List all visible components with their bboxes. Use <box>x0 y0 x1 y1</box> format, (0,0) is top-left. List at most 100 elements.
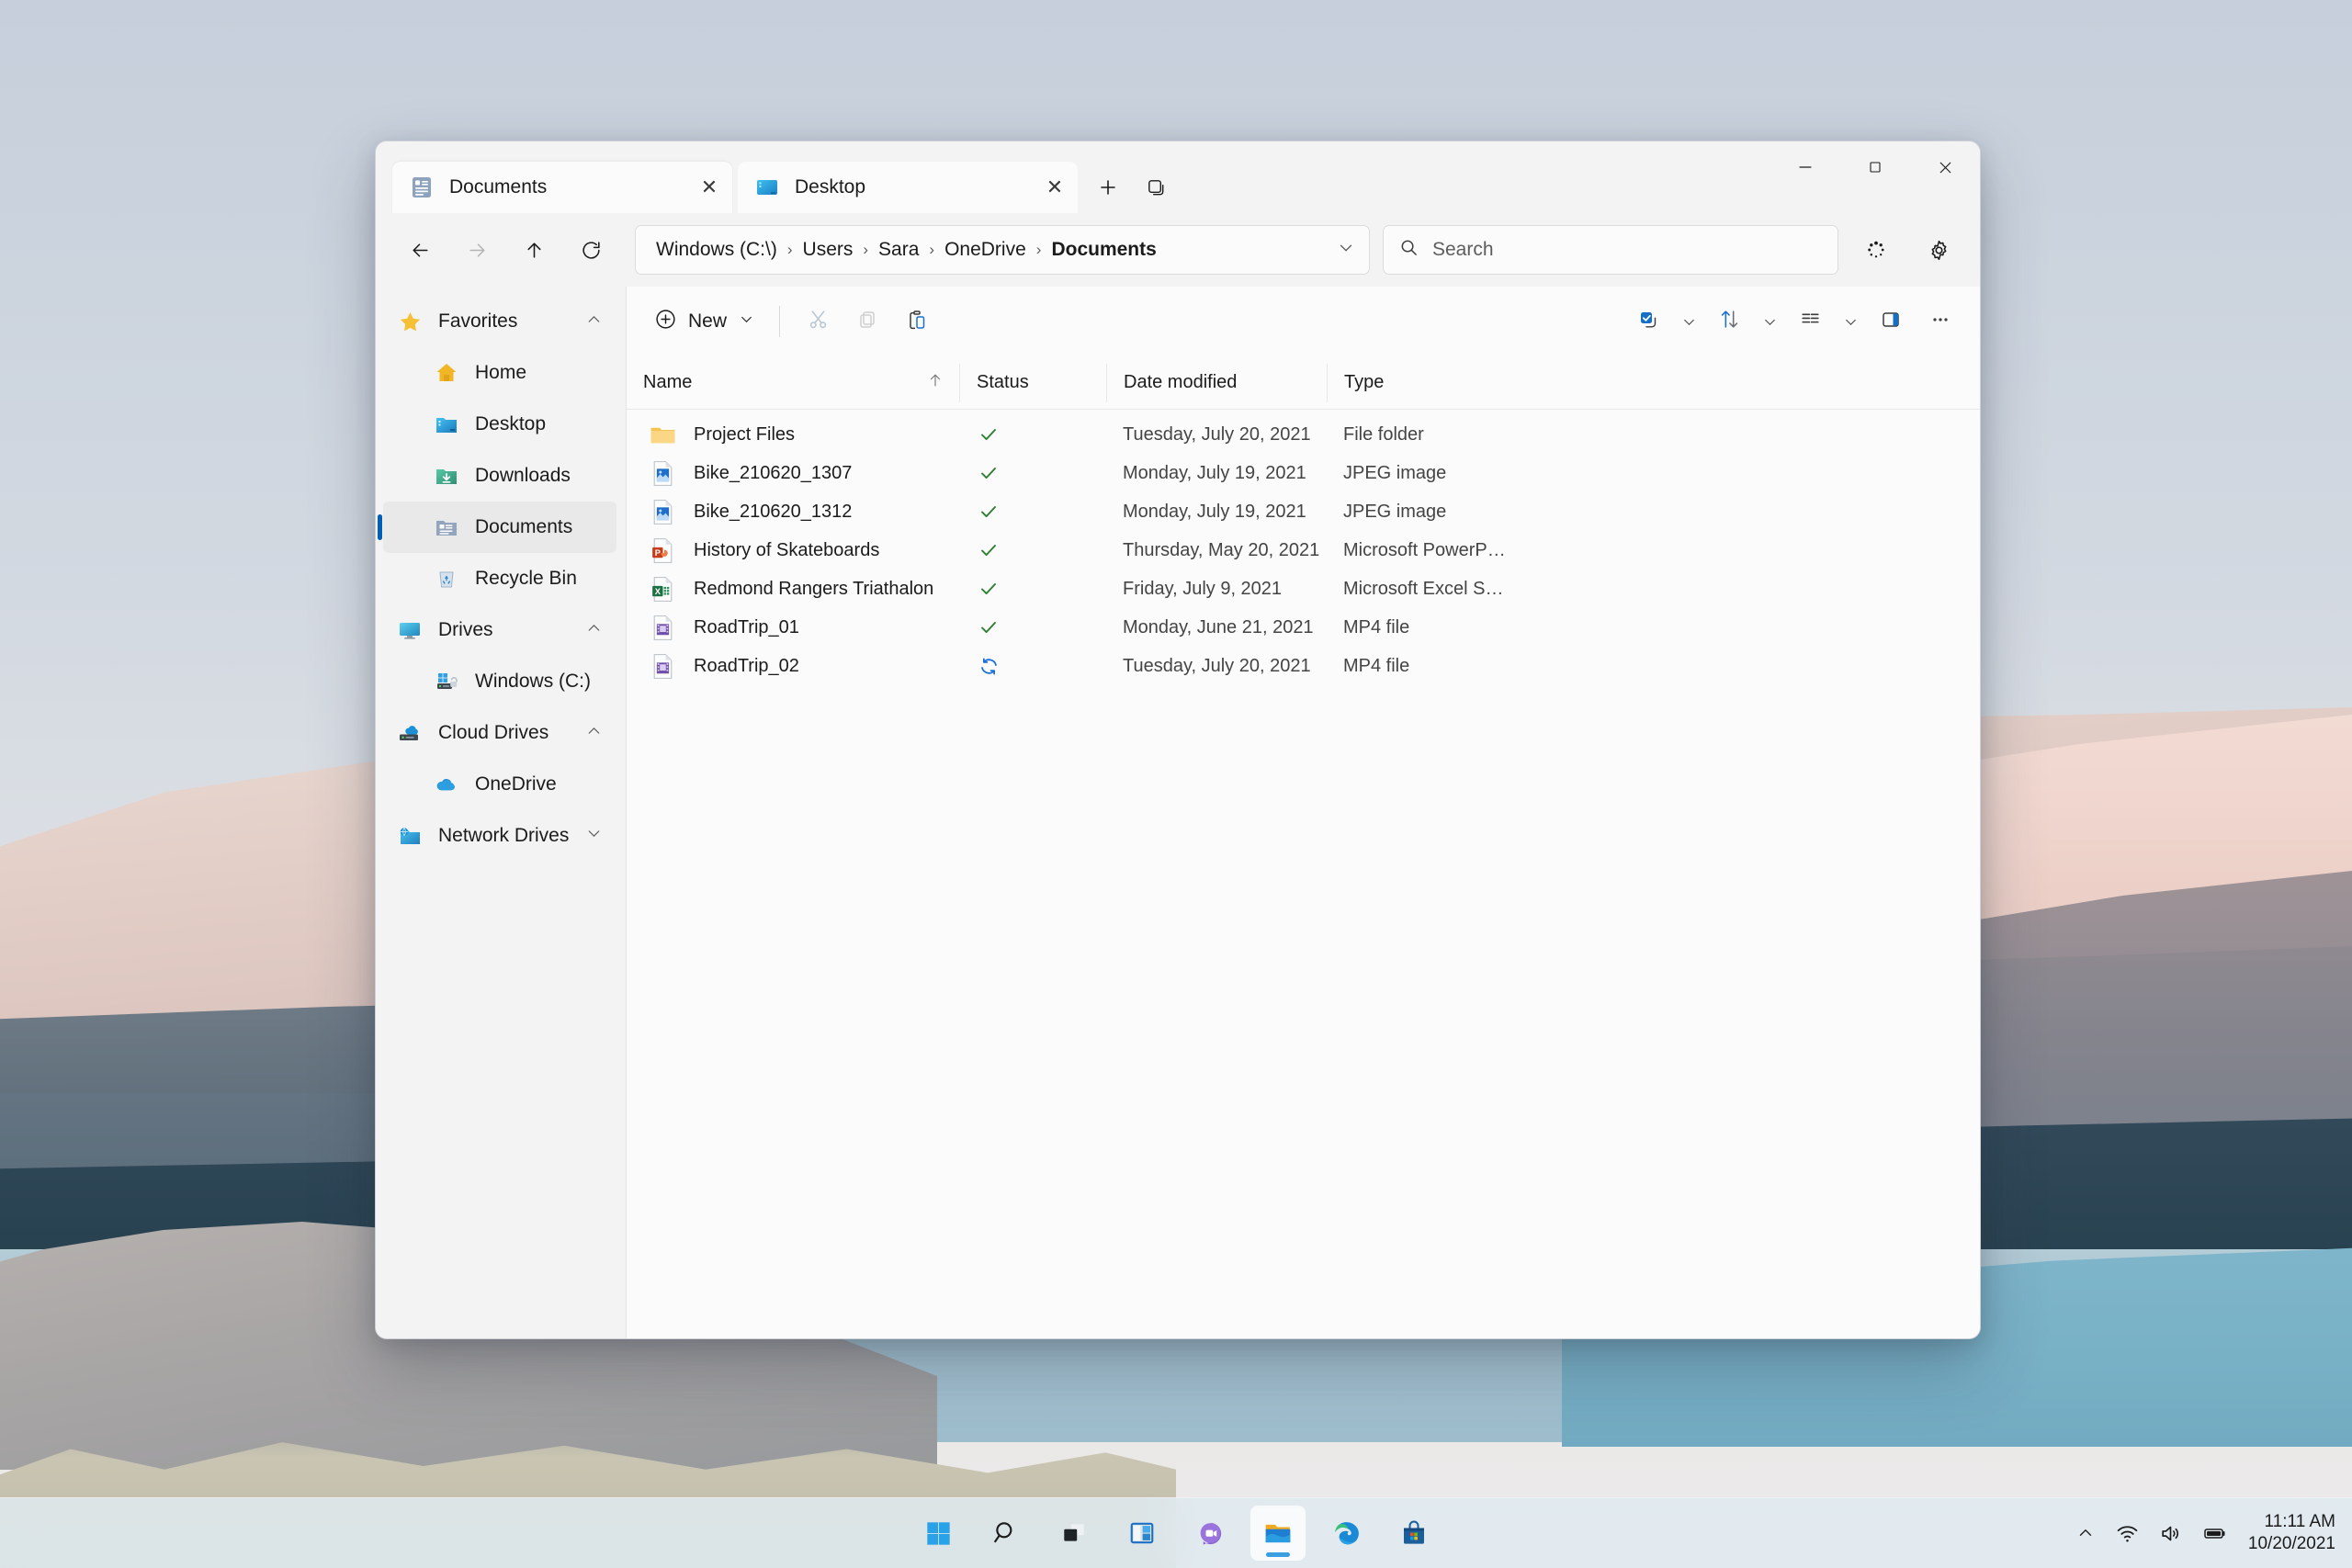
chevron-up-icon[interactable] <box>584 618 604 642</box>
chevron-down-icon[interactable] <box>584 824 604 848</box>
refresh-button[interactable] <box>567 226 615 274</box>
details-pane-icon <box>1880 309 1902 335</box>
wifi-icon[interactable] <box>2116 1522 2139 1545</box>
sort-button[interactable] <box>1704 299 1754 344</box>
file-explorer-button[interactable] <box>1250 1506 1306 1561</box>
chevron-up-icon[interactable] <box>584 310 604 333</box>
view-chevron-down-icon[interactable] <box>1835 299 1866 344</box>
view-button[interactable] <box>1785 299 1835 344</box>
search-box[interactable] <box>1383 225 1838 275</box>
file-name: Bike_210620_1307 <box>694 462 853 483</box>
new-tab-button[interactable] <box>1087 166 1129 209</box>
battery-icon[interactable] <box>2202 1522 2228 1544</box>
table-row[interactable]: Bike_210620_1307 Monday, July 19, 2021 J… <box>632 454 1974 492</box>
column-header-type[interactable]: Type <box>1327 363 1510 402</box>
sort-chevron-down-icon[interactable] <box>1754 299 1785 344</box>
select-chevron-down-icon[interactable] <box>1673 299 1704 344</box>
edge-button[interactable] <box>1318 1506 1374 1561</box>
svg-text:X: X <box>655 586 662 595</box>
chevron-up-icon[interactable] <box>584 721 604 745</box>
close-button[interactable] <box>1910 141 1980 193</box>
paste-button[interactable] <box>892 299 942 344</box>
sidebar-group-drives[interactable]: Drives <box>383 604 616 656</box>
sort-arrows-icon <box>1718 308 1741 335</box>
tab-desktop[interactable]: Desktop ✕ <box>738 162 1078 213</box>
search-button[interactable] <box>978 1506 1034 1561</box>
progress-dots-icon[interactable] <box>1851 225 1901 275</box>
table-row[interactable]: Project Files Tuesday, July 20, 2021 Fil… <box>632 415 1974 454</box>
sidebar-group-favorites[interactable]: Favorites <box>383 296 616 347</box>
new-button[interactable]: New <box>647 299 766 344</box>
table-row[interactable]: Bike_210620_1312 Monday, July 19, 2021 J… <box>632 492 1974 531</box>
chevron-down-icon[interactable] <box>738 310 755 333</box>
breadcrumb[interactable]: Windows (C:\) › Users › Sara › OneDrive … <box>635 225 1370 275</box>
speaker-icon[interactable] <box>2159 1522 2182 1545</box>
breadcrumb-item-sara[interactable]: Sara <box>878 239 919 261</box>
column-header-name[interactable]: Name <box>627 364 959 402</box>
toolbar-divider <box>779 306 781 337</box>
file-type: MP4 file <box>1343 655 1410 676</box>
table-row[interactable]: X Redmond Rangers Triathalon Friday, Jul… <box>632 570 1974 608</box>
minimize-button[interactable] <box>1770 141 1840 193</box>
search-input[interactable] <box>1432 239 1823 261</box>
column-label: Name <box>643 372 693 392</box>
details-pane-button[interactable] <box>1866 299 1916 344</box>
tab-documents[interactable]: Documents ✕ <box>392 162 732 213</box>
store-button[interactable] <box>1386 1506 1442 1561</box>
sidebar-item-windows-c[interactable]: Windows (C:) <box>383 656 616 707</box>
sidebar-group-network-drives[interactable]: Network Drives <box>383 810 616 862</box>
gear-icon[interactable] <box>1914 225 1963 275</box>
widgets-button[interactable] <box>1114 1506 1170 1561</box>
file-type: JPEG image <box>1343 501 1447 522</box>
search-icon <box>1398 237 1419 263</box>
tab-close-button[interactable]: ✕ <box>1039 172 1070 203</box>
sidebar-item-onedrive[interactable]: OneDrive <box>383 759 616 810</box>
cut-button[interactable] <box>793 299 842 344</box>
select-checkbox-icon <box>1637 309 1659 335</box>
column-header-date-modified[interactable]: Date modified <box>1106 363 1327 402</box>
tray-overflow-chevron-up-icon[interactable] <box>2075 1523 2096 1543</box>
sidebar-item-label: Recycle Bin <box>475 568 577 589</box>
status-syncing-icon <box>959 655 1106 678</box>
breadcrumb-item-documents[interactable]: Documents <box>1051 239 1156 261</box>
paste-icon <box>906 309 928 335</box>
table-row[interactable]: RoadTrip_02 Tuesday, July 20, 2021 MP4 f… <box>632 647 1974 685</box>
sidebar-item-documents[interactable]: Documents <box>378 502 616 553</box>
tab-list-button[interactable] <box>1135 166 1177 209</box>
sidebar-item-label: Windows (C:) <box>475 671 592 692</box>
file-type: MP4 file <box>1343 616 1410 637</box>
table-row[interactable]: RoadTrip_01 Monday, June 21, 2021 MP4 fi… <box>632 608 1974 647</box>
sidebar-item-recycle-bin[interactable]: Recycle Bin <box>383 553 616 604</box>
navigation-pane: Favorites Home Desktop Downloads Documen… <box>376 287 627 1338</box>
copy-icon <box>856 309 878 335</box>
file-date-modified: Monday, June 21, 2021 <box>1123 616 1314 637</box>
select-button[interactable] <box>1623 299 1673 344</box>
sidebar-item-label: Desktop <box>475 413 547 434</box>
title-bar: Documents ✕ Desktop ✕ <box>376 141 1980 213</box>
breadcrumb-item-drive[interactable]: Windows (C:\) <box>656 239 777 261</box>
chevron-down-icon[interactable] <box>1336 238 1356 263</box>
more-button[interactable] <box>1916 299 1965 344</box>
sidebar-item-desktop[interactable]: Desktop <box>383 399 616 450</box>
copy-button[interactable] <box>842 299 892 344</box>
sidebar-group-cloud-drives[interactable]: Cloud Drives <box>383 707 616 759</box>
command-bar: New <box>627 287 1980 356</box>
breadcrumb-item-users[interactable]: Users <box>803 239 854 261</box>
forward-button[interactable] <box>453 226 501 274</box>
up-button[interactable] <box>510 226 558 274</box>
sidebar-item-downloads[interactable]: Downloads <box>383 450 616 502</box>
tab-close-button[interactable]: ✕ <box>694 172 725 203</box>
back-button[interactable] <box>396 226 444 274</box>
sort-ascending-icon <box>926 371 944 395</box>
sidebar-item-label: Downloads <box>475 465 571 486</box>
table-row[interactable]: P History of Skateboards Thursday, May 2… <box>632 531 1974 570</box>
chat-button[interactable] <box>1182 1506 1238 1561</box>
start-button[interactable] <box>910 1506 966 1561</box>
taskbar-clock[interactable]: 11:11 AM 10/20/2021 <box>2248 1511 2335 1555</box>
maximize-button[interactable] <box>1840 141 1910 193</box>
sidebar-item-label: Documents <box>475 516 573 537</box>
sidebar-item-home[interactable]: Home <box>383 347 616 399</box>
task-view-button[interactable] <box>1046 1506 1102 1561</box>
breadcrumb-item-onedrive[interactable]: OneDrive <box>944 239 1026 261</box>
column-header-status[interactable]: Status <box>959 363 1106 402</box>
